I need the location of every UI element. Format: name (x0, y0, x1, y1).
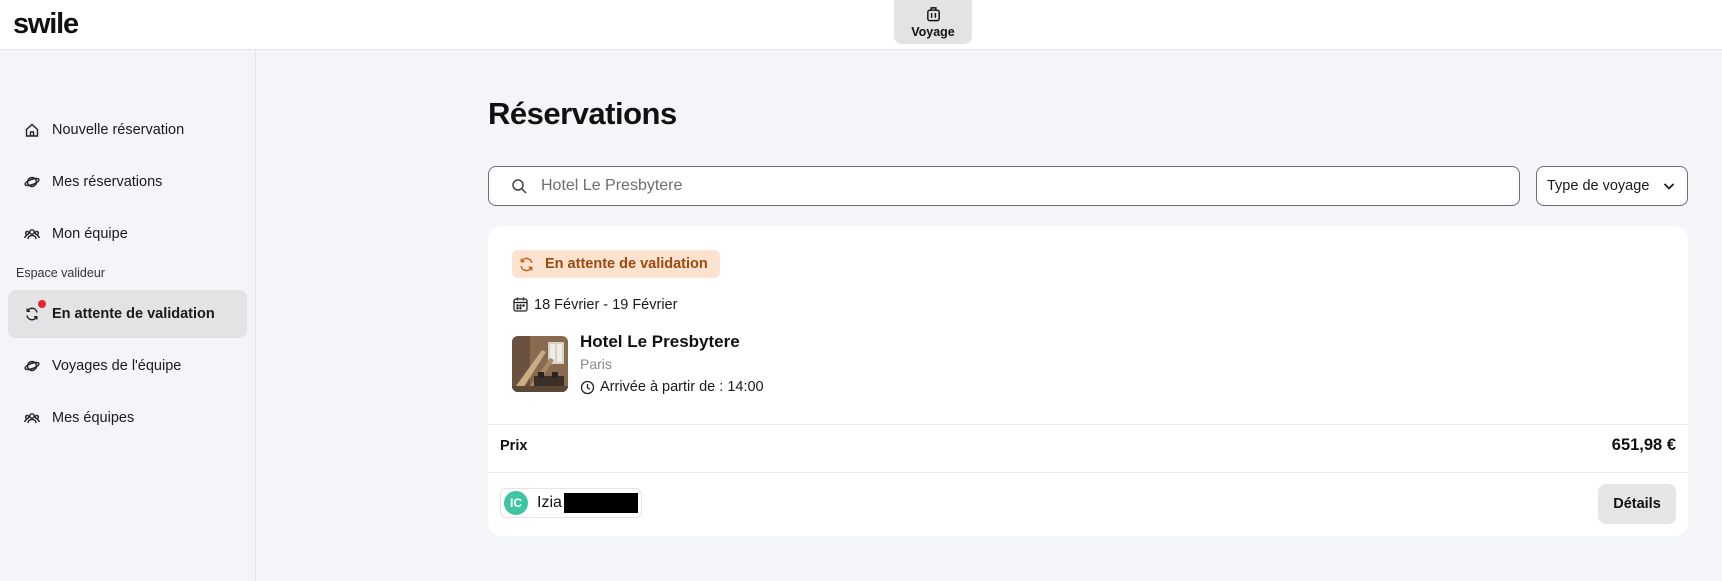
sidebar-item-label: Mes équipes (52, 410, 135, 426)
sidebar-item-nouvelle-reservation[interactable]: Nouvelle réservation (8, 106, 247, 154)
divider (488, 472, 1688, 473)
planet-icon (24, 174, 40, 190)
sidebar-item-voyages-de-l-equipe[interactable]: Voyages de l'équipe (8, 342, 247, 390)
team-icon (24, 410, 40, 426)
sidebar-item-mes-equipes[interactable]: Mes équipes (8, 394, 247, 442)
top-bar: swile Voyage (0, 0, 1722, 50)
sidebar-item-en-attente-de-validation[interactable]: En attente de validation (8, 290, 247, 338)
team-icon (24, 226, 40, 242)
calendar-icon (513, 297, 528, 312)
app-tab-label: Voyage (911, 25, 955, 39)
divider (488, 424, 1688, 425)
planet-icon (24, 358, 40, 374)
traveler-chip: IC Izia (500, 488, 642, 518)
sidebar-item-label: Mon équipe (52, 226, 128, 242)
sidebar-item-label: Nouvelle réservation (52, 122, 185, 138)
hotel-city: Paris (580, 356, 612, 372)
sidebar-item-label: En attente de validation (52, 306, 215, 322)
arrival-text: Arrivée à partir de : 14:00 (600, 379, 764, 395)
refresh-icon (24, 300, 46, 322)
chevron-down-icon (1663, 183, 1675, 190)
hotel-name: Hotel Le Presbytere (580, 332, 740, 351)
redacted-last-name (563, 493, 638, 513)
search-icon (512, 178, 527, 194)
dates-text: 18 Février - 19 Février (534, 296, 678, 313)
sidebar: Nouvelle réservation Mes réservations Mo… (0, 50, 256, 581)
sidebar-item-label: Mes réservations (52, 174, 163, 190)
notification-dot (38, 300, 46, 308)
sidebar-item-mon-equipe[interactable]: Mon équipe (8, 210, 247, 258)
app-tab-voyage[interactable]: Voyage (894, 0, 972, 44)
arrival-time: Arrivée à partir de : 14:00 (580, 379, 764, 395)
status-text: En attente de validation (545, 256, 708, 272)
home-icon (24, 122, 40, 138)
details-button[interactable]: Détails (1598, 484, 1676, 524)
booking-card[interactable]: En attente de validation 18 Février - 19… (488, 226, 1688, 536)
page-title: Réservations (488, 96, 677, 131)
hotel-photo (512, 336, 568, 392)
price-label: Prix (500, 438, 528, 454)
luggage-icon (926, 7, 940, 22)
search-input[interactable] (541, 177, 1519, 195)
search-bar[interactable] (488, 166, 1520, 206)
sidebar-item-label: Voyages de l'équipe (52, 358, 182, 374)
price-value: 651,98 € (1611, 436, 1676, 454)
section-label-espace-valideur: Espace valideur (16, 266, 105, 280)
clock-icon (580, 380, 595, 394)
swile-logo[interactable]: swile (13, 8, 79, 41)
trip-type-dropdown[interactable]: Type de voyage (1536, 166, 1688, 206)
refresh-icon (520, 257, 533, 271)
status-badge: En attente de validation (512, 250, 720, 278)
traveler-first-name: Izia (537, 494, 562, 511)
avatar: IC (504, 491, 528, 515)
sidebar-item-mes-reservations[interactable]: Mes réservations (8, 158, 247, 206)
trip-type-label: Type de voyage (1547, 178, 1650, 194)
booking-dates: 18 Février - 19 Février (512, 296, 677, 313)
